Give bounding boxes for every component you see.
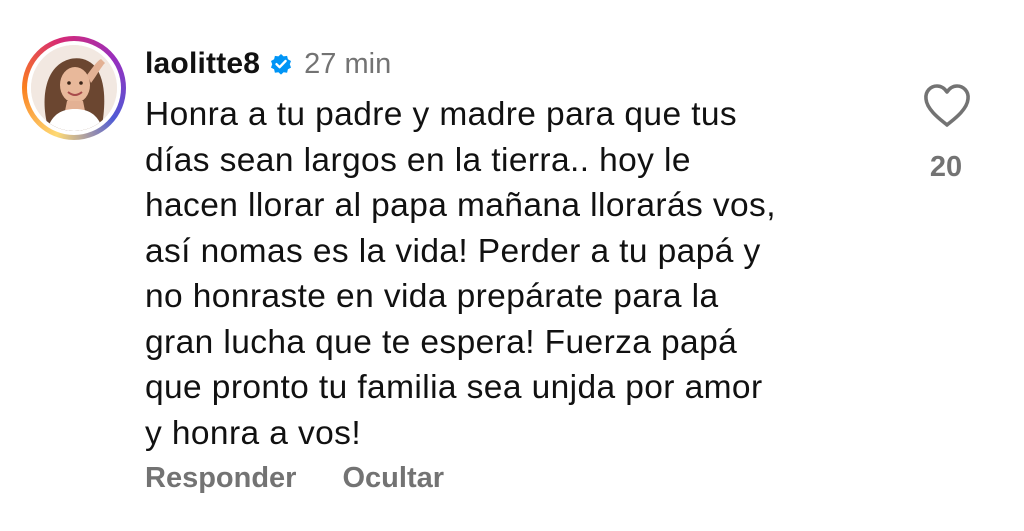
avatar-image <box>31 45 117 131</box>
avatar <box>31 45 117 131</box>
avatar-ring-gap <box>27 41 121 135</box>
timestamp: 27 min <box>304 47 392 80</box>
like-count: 20 <box>929 151 963 183</box>
comment-header: laolitte8 27 min <box>145 44 391 84</box>
verified-badge-icon <box>268 51 294 77</box>
comment-text: Honra a tu padre y madre para que tus dí… <box>145 96 776 452</box>
avatar-story-ring[interactable] <box>22 36 126 140</box>
comment-actions: Responder Ocultar <box>145 462 444 495</box>
reply-button[interactable]: Responder <box>145 462 296 495</box>
username[interactable]: laolitte8 <box>145 47 260 81</box>
comment: laolitte8 27 min Honra a tu padre y madr… <box>0 0 1024 531</box>
heart-icon[interactable] <box>922 82 972 130</box>
hide-button[interactable]: Ocultar <box>342 462 444 495</box>
